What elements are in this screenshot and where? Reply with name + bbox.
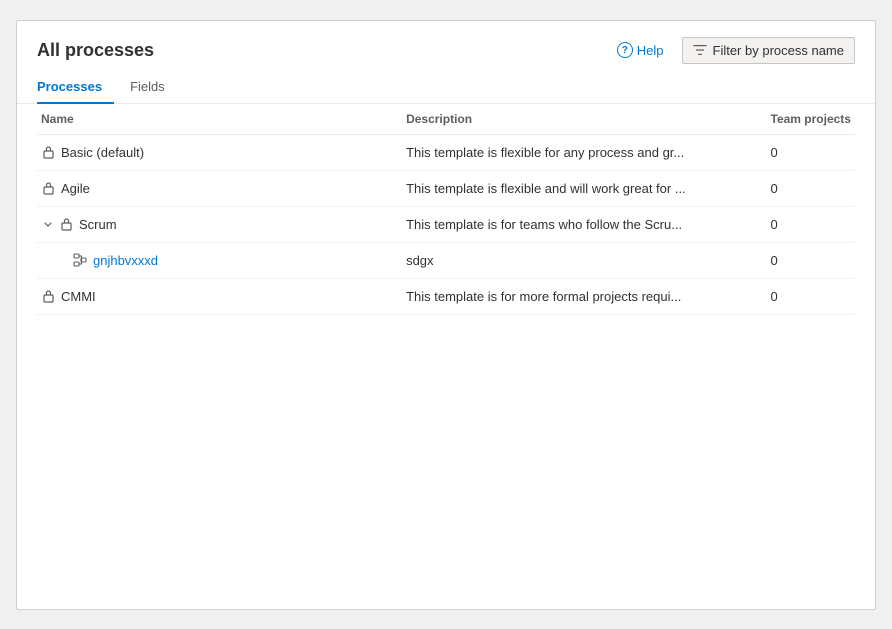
process-description: This template is for teams who follow th… xyxy=(402,206,766,242)
process-name: Basic (default) xyxy=(61,145,144,160)
process-description: This template is for more formal project… xyxy=(402,278,766,314)
process-description: This template is flexible for any proces… xyxy=(402,134,766,170)
table-header-row: Name Description Team projects xyxy=(37,104,855,135)
team-projects-count: 0 xyxy=(767,206,856,242)
process-name[interactable]: gnjhbvxxxd xyxy=(93,253,158,268)
filter-label: Filter by process name xyxy=(713,43,845,58)
lock-icon xyxy=(41,181,55,195)
filter-icon xyxy=(693,43,707,58)
table-row: gnjhbvxxxd sdgx0 xyxy=(37,242,855,278)
process-description: sdgx xyxy=(402,242,766,278)
team-projects-count: 0 xyxy=(767,242,856,278)
processes-table: Name Description Team projects Basic (de… xyxy=(37,104,855,315)
inherit-icon xyxy=(73,253,87,267)
filter-button[interactable]: Filter by process name xyxy=(682,37,856,64)
table-row: Scrum This template is for teams who foll… xyxy=(37,206,855,242)
process-name: Scrum xyxy=(79,217,117,232)
panel-header: All processes ? Help Filter by process n… xyxy=(17,21,875,72)
col-header-team-projects: Team projects xyxy=(767,104,856,135)
team-projects-count: 0 xyxy=(767,170,856,206)
process-description: This template is flexible and will work … xyxy=(402,170,766,206)
lock-icon xyxy=(41,289,55,303)
team-projects-count: 0 xyxy=(767,278,856,314)
table-row: CMMI This template is for more formal pro… xyxy=(37,278,855,314)
tab-fields[interactable]: Fields xyxy=(130,73,177,104)
process-name: Agile xyxy=(61,181,90,196)
lock-icon xyxy=(41,145,55,159)
header-actions: ? Help Filter by process name xyxy=(611,37,855,64)
col-header-name: Name xyxy=(37,104,402,135)
col-header-description: Description xyxy=(402,104,766,135)
help-label: Help xyxy=(637,43,664,58)
help-button[interactable]: ? Help xyxy=(611,38,670,62)
process-name: CMMI xyxy=(61,289,96,304)
chevron-button[interactable] xyxy=(41,219,55,229)
table-container: Name Description Team projects Basic (de… xyxy=(17,104,875,609)
tab-processes[interactable]: Processes xyxy=(37,73,114,104)
team-projects-count: 0 xyxy=(767,134,856,170)
outer-container: All processes ? Help Filter by process n… xyxy=(0,0,892,629)
help-icon: ? xyxy=(617,42,633,58)
page-title: All processes xyxy=(37,40,154,61)
lock-icon xyxy=(59,217,73,231)
table-row: Agile This template is flexible and will … xyxy=(37,170,855,206)
main-panel: All processes ? Help Filter by process n… xyxy=(16,20,876,610)
table-row: Basic (default) This template is flexible… xyxy=(37,134,855,170)
tabs-bar: Processes Fields xyxy=(17,72,875,104)
